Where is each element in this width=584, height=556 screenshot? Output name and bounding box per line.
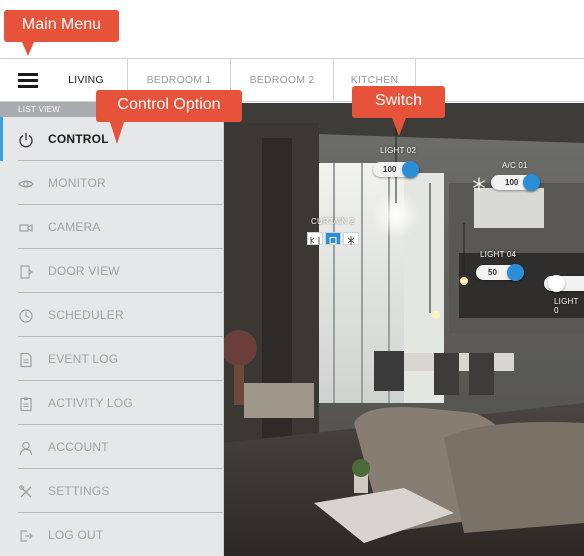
ac01-label: A/C 01 bbox=[502, 161, 528, 170]
callout-pointer bbox=[110, 122, 124, 144]
sidebar-item-activity-log[interactable]: ACTIVITY LOG bbox=[0, 381, 223, 425]
power-icon bbox=[19, 133, 33, 148]
main-menu-callout: Main Menu bbox=[4, 10, 119, 42]
sidebar-item-account[interactable]: ACCOUNT bbox=[0, 425, 223, 469]
sidebar-item-log-out[interactable]: LOG OUT bbox=[0, 513, 223, 556]
room-image: LIGHT 02 100 A/C 01 100 CURTAIN 2 LIGHT … bbox=[224, 103, 584, 556]
sidebar-item-label: EVENT LOG bbox=[48, 352, 119, 366]
light04-value: 50 bbox=[488, 268, 497, 277]
clipboard-icon bbox=[20, 397, 32, 412]
user-icon bbox=[19, 441, 33, 456]
switch-knob[interactable] bbox=[507, 264, 524, 281]
light02-label: LIGHT 02 bbox=[380, 146, 417, 155]
tools-icon bbox=[19, 485, 32, 498]
active-indicator bbox=[0, 117, 3, 161]
curtain-stop-button[interactable] bbox=[325, 232, 341, 245]
sidebar-item-camera[interactable]: CAMERA bbox=[0, 205, 223, 249]
light04-label: LIGHT 04 bbox=[480, 250, 517, 259]
sidebar-item-label: DOOR VIEW bbox=[48, 264, 120, 278]
sidebar-item-label: CONTROL bbox=[48, 132, 109, 146]
eye-icon bbox=[18, 180, 34, 188]
sidebar-item-monitor[interactable]: MONITOR bbox=[0, 161, 223, 205]
ac01-switch[interactable]: 100 bbox=[491, 174, 540, 191]
curtain-open-icon bbox=[310, 237, 320, 244]
switch-knob[interactable] bbox=[523, 174, 540, 191]
sidebar-item-label: SETTINGS bbox=[48, 484, 110, 498]
hamburger-icon[interactable] bbox=[18, 73, 38, 89]
switch-knob[interactable] bbox=[402, 161, 419, 178]
sidebar-item-event-log[interactable]: EVENT LOG bbox=[0, 337, 223, 381]
switch-knob[interactable] bbox=[548, 275, 565, 292]
curtain2-controls bbox=[307, 232, 361, 246]
switch-callout: Switch bbox=[352, 86, 445, 118]
sidebar-item-label: LOG OUT bbox=[48, 528, 104, 542]
sidebar-item-label: ACTIVITY LOG bbox=[48, 396, 133, 410]
sidebar-item-settings[interactable]: SETTINGS bbox=[0, 469, 223, 513]
curtain-close-button[interactable] bbox=[343, 232, 359, 245]
sidebar-item-scheduler[interactable]: SCHEDULER bbox=[0, 293, 223, 337]
light0x-label: LIGHT 0 bbox=[554, 297, 579, 315]
light02-switch[interactable]: 100 bbox=[373, 161, 419, 178]
sidebar-item-label: SCHEDULER bbox=[48, 308, 124, 322]
room-tab-bar: LIVING BEDROOM 1 BEDROOM 2 KITCHEN bbox=[0, 58, 584, 102]
control-option-callout: Control Option bbox=[96, 90, 242, 122]
snowflake-icon bbox=[473, 177, 485, 191]
ac01-value: 100 bbox=[505, 178, 519, 187]
sidebar-item-label: CAMERA bbox=[48, 220, 101, 234]
tab-bedroom-2[interactable]: BEDROOM 2 bbox=[230, 59, 333, 102]
logout-icon bbox=[20, 530, 33, 542]
sidebar: LIST VIEW CONTROL MONITOR CAMERA DOOR VI… bbox=[0, 102, 224, 556]
door-icon bbox=[20, 265, 34, 279]
callout-pointer bbox=[22, 42, 34, 56]
light0x-switch[interactable] bbox=[544, 275, 584, 292]
camera-icon bbox=[19, 224, 33, 232]
document-icon bbox=[20, 352, 32, 368]
light02-value: 100 bbox=[383, 165, 397, 174]
sidebar-item-label: MONITOR bbox=[48, 176, 106, 190]
curtain-close-icon bbox=[347, 236, 355, 245]
light04-switch[interactable]: 50 bbox=[476, 264, 524, 281]
clock-icon bbox=[19, 309, 33, 323]
curtain2-label: CURTAIN 2 bbox=[311, 217, 355, 226]
sidebar-item-label: ACCOUNT bbox=[48, 440, 109, 454]
callout-pointer bbox=[392, 118, 406, 136]
curtain-open-button[interactable] bbox=[307, 232, 323, 245]
curtain-stop-icon bbox=[329, 237, 337, 244]
sidebar-item-door-view[interactable]: DOOR VIEW bbox=[0, 249, 223, 293]
